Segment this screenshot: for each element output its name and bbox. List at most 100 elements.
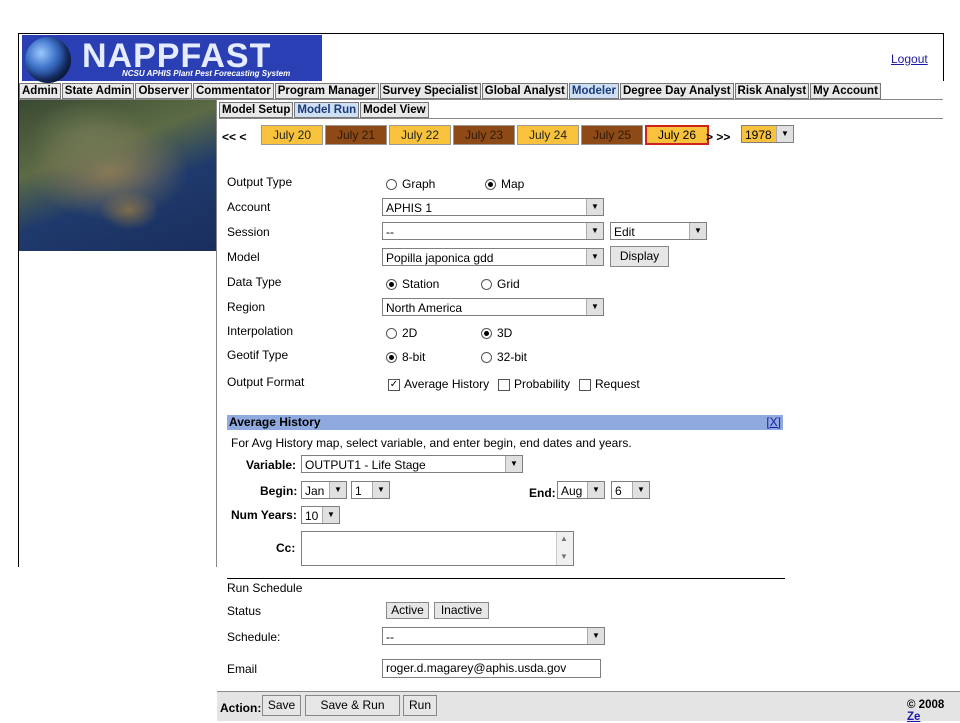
date-cell[interactable]: July 24 <box>517 125 579 145</box>
display-button[interactable]: Display <box>610 246 669 267</box>
variable-select[interactable]: OUTPUT1 - Life Stage ▼ <box>301 455 523 473</box>
save-and-run-button[interactable]: Save & Run <box>305 695 400 716</box>
tab-modeler[interactable]: Modeler <box>568 83 619 99</box>
interpolation-2d[interactable]: 2D <box>386 326 417 340</box>
tab-degree-day-analyst[interactable]: Degree Day Analyst <box>619 83 734 99</box>
map-thumbnail[interactable] <box>19 100 216 251</box>
data-type-label: Data Type <box>227 275 282 289</box>
tab-survey-specialist[interactable]: Survey Specialist <box>379 83 481 99</box>
end-label: End: <box>529 486 556 500</box>
tab-global-analyst[interactable]: Global Analyst <box>481 83 568 99</box>
geotif-8bit[interactable]: 8-bit <box>386 350 425 364</box>
chevron-down-icon: ▼ <box>632 482 649 498</box>
tab-model-view[interactable]: Model View <box>360 102 429 118</box>
interpolation-3d[interactable]: 3D <box>481 326 512 340</box>
chevron-down-icon: ▼ <box>505 456 522 472</box>
output-type-map[interactable]: Map <box>485 177 524 191</box>
begin-day-select[interactable]: 1 ▼ <box>351 481 390 499</box>
chevron-down-icon: ▼ <box>586 299 603 315</box>
tab-state-admin[interactable]: State Admin <box>61 83 135 99</box>
avg-history-instructions: For Avg History map, select variable, an… <box>231 436 632 450</box>
begin-month-select[interactable]: Jan ▼ <box>301 481 347 499</box>
output-format-average-history[interactable]: ✓ Average History <box>388 377 489 391</box>
average-history-header: Average History [X] <box>227 415 783 430</box>
data-type-grid[interactable]: Grid <box>481 277 520 291</box>
session-select[interactable]: -- ▼ <box>382 222 604 240</box>
session-label: Session <box>227 225 270 239</box>
date-cell-selected[interactable]: July 26 <box>645 125 709 145</box>
geotif-32bit[interactable]: 32-bit <box>481 350 527 364</box>
email-label: Email <box>227 662 258 676</box>
variable-label: Variable: <box>246 458 297 472</box>
geotif-type-label: Geotif Type <box>227 348 289 362</box>
data-type-station[interactable]: Station <box>386 277 439 291</box>
left-blank-area <box>19 567 217 720</box>
tab-admin[interactable]: Admin <box>19 83 61 99</box>
begin-label: Begin: <box>260 484 298 498</box>
logout-link[interactable]: Logout <box>891 52 928 66</box>
cc-scrollbar[interactable]: ▲ ▼ <box>556 532 573 565</box>
copyright-link[interactable]: Ze <box>907 711 920 723</box>
email-field[interactable]: roger.d.magarey@aphis.usda.gov <box>382 659 601 678</box>
account-select[interactable]: APHIS 1 ▼ <box>382 198 604 216</box>
model-label: Model <box>227 250 260 264</box>
chevron-down-icon: ▼ <box>329 482 346 498</box>
tab-model-run[interactable]: Model Run <box>294 102 360 118</box>
schedule-select[interactable]: -- ▼ <box>382 627 605 645</box>
num-years-select[interactable]: 10 ▼ <box>301 506 340 524</box>
end-day-select[interactable]: 6 ▼ <box>611 481 650 499</box>
tab-risk-analyst[interactable]: Risk Analyst <box>734 83 810 99</box>
tab-observer[interactable]: Observer <box>135 83 192 99</box>
session-edit-select[interactable]: Edit ▼ <box>610 222 707 240</box>
copyright-text: © 2008 <box>907 699 945 711</box>
date-cell[interactable]: July 20 <box>261 125 323 145</box>
region-label: Region <box>227 300 266 314</box>
chevron-down-icon: ▼ <box>586 199 603 215</box>
output-type-label: Output Type <box>227 175 293 189</box>
status-label: Status <box>227 604 262 618</box>
tab-my-account[interactable]: My Account <box>810 83 881 99</box>
action-label: Action: <box>220 701 262 715</box>
chevron-down-icon: ▼ <box>372 482 389 498</box>
chevron-down-icon: ▼ <box>587 482 604 498</box>
globe-icon <box>25 37 71 83</box>
date-next-nav[interactable]: > >> <box>706 130 730 144</box>
tab-model-setup[interactable]: Model Setup <box>219 102 294 118</box>
tab-program-manager[interactable]: Program Manager <box>274 83 379 99</box>
date-cell[interactable]: July 22 <box>389 125 451 145</box>
save-button[interactable]: Save <box>262 695 301 716</box>
schedule-divider <box>227 578 785 579</box>
close-panel-link[interactable]: [X] <box>766 415 781 430</box>
chevron-down-icon: ▼ <box>322 507 339 523</box>
output-format-request[interactable]: Request <box>579 377 640 391</box>
date-cell[interactable]: July 23 <box>453 125 515 145</box>
left-panel <box>19 251 217 567</box>
model-select[interactable]: Popilla japonica gdd ▼ <box>382 248 604 266</box>
chevron-down-icon: ▼ <box>776 126 793 142</box>
output-format-probability[interactable]: Probability <box>498 377 570 391</box>
sub-tab-bar: Model Setup Model Run Model View <box>219 102 430 118</box>
end-month-select[interactable]: Aug ▼ <box>557 481 605 499</box>
date-cell[interactable]: July 21 <box>325 125 387 145</box>
copyright: © 2008 Ze <box>907 699 960 723</box>
region-select[interactable]: North America ▼ <box>382 298 604 316</box>
main-tab-bar: Admin State Admin Observer Commentator P… <box>19 83 882 99</box>
date-prev-nav[interactable]: << < <box>222 130 246 144</box>
chevron-down-icon: ▼ <box>689 223 706 239</box>
frame-top-border <box>18 33 944 34</box>
num-years-label: Num Years: <box>231 508 297 522</box>
run-button[interactable]: Run <box>403 695 437 716</box>
scroll-up-icon: ▲ <box>560 534 568 543</box>
date-cell[interactable]: July 25 <box>581 125 643 145</box>
chevron-down-icon: ▼ <box>587 628 604 644</box>
logo-subtitle: NCSU APHIS Plant Pest Forecasting System <box>122 69 291 78</box>
year-select[interactable]: 1978 ▼ <box>741 125 794 143</box>
average-history-title: Average History <box>229 415 321 429</box>
inactive-button[interactable]: Inactive <box>434 602 489 619</box>
output-type-graph[interactable]: Graph <box>386 177 435 191</box>
interpolation-label: Interpolation <box>227 324 294 338</box>
tab-commentator[interactable]: Commentator <box>192 83 274 99</box>
active-button[interactable]: Active <box>386 602 429 619</box>
chevron-down-icon: ▼ <box>586 223 603 239</box>
cc-textarea[interactable]: ▲ ▼ <box>301 531 574 566</box>
